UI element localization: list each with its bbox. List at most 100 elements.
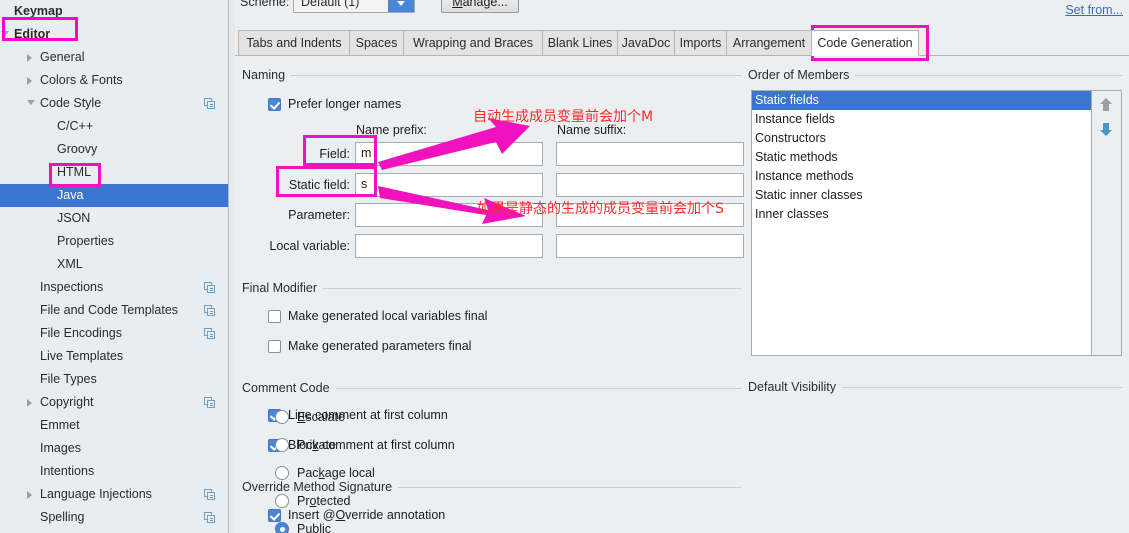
final-modifier-checkbox-0[interactable] [268,310,281,323]
sidebar-item-properties[interactable]: Properties [0,230,228,253]
sidebar-item-intentions[interactable]: Intentions [0,460,228,483]
order-of-members-item[interactable]: Inner classes [752,205,1091,224]
copy-icon-front [207,101,215,109]
tab-javadoc[interactable]: JavaDoc [617,30,675,56]
tab-tabs-and-indents[interactable]: Tabs and Indents [238,30,350,56]
sidebar-item-todo[interactable]: TODO [0,529,228,533]
sidebar-item-general[interactable]: General [0,46,228,69]
tab-imports[interactable]: Imports [674,30,727,56]
sidebar-item-keymap[interactable]: Keymap [0,0,228,23]
chevron-down-icon[interactable] [388,0,414,12]
sidebar-item-file-and-code-templates[interactable]: File and Code Templates [0,299,228,322]
naming-row-label: Static field: [288,178,350,192]
copy-scheme-icon[interactable] [204,98,215,109]
sidebar-item-html[interactable]: HTML [0,161,228,184]
copy-scheme-icon[interactable] [204,489,215,500]
copy-scheme-icon[interactable] [204,397,215,408]
naming-row-label: Field: [319,147,350,161]
sidebar-item-label: File Types [40,372,97,386]
copy-scheme-icon[interactable] [204,282,215,293]
visibility-radio-2[interactable] [275,466,289,480]
order-of-members-item[interactable]: Static inner classes [752,186,1091,205]
chevron-right-icon[interactable] [27,399,32,407]
copy-scheme-icon[interactable] [204,305,215,316]
visibility-post: tected [316,494,351,508]
naming-suffix-input-3[interactable] [556,234,744,258]
sidebar-item-emmet[interactable]: Emmet [0,414,228,437]
sidebar-item-language-injections[interactable]: Language Injections [0,483,228,506]
chevron-right-icon[interactable] [27,491,32,499]
copy-icon-front [207,400,215,408]
sidebar-item-images[interactable]: Images [0,437,228,460]
sidebar-item-code-style[interactable]: Code Style [0,92,228,115]
prefer-longer-names-label: Prefer longer names [288,97,402,111]
order-of-members-item[interactable]: Instance fields [752,110,1091,129]
order-of-members-item[interactable]: Static fields [752,91,1091,110]
naming-prefix-input-1[interactable]: s [355,173,543,197]
scheme-value: Default (1) [301,0,360,9]
insert-override-annotation-checkbox[interactable] [268,509,281,522]
naming-prefix-input-0[interactable]: m [355,142,543,166]
order-of-members-item[interactable]: Static methods [752,148,1091,167]
insert-override-prefix: Insert @ [288,508,336,522]
arrow-down-icon[interactable] [1098,121,1114,137]
copy-icon-front [207,331,215,339]
sidebar-item-file-encodings[interactable]: File Encodings [0,322,228,345]
code-style-java-panel: Scheme: Default (1) Manage... Set from..… [235,0,1129,533]
sidebar-item-label: Colors & Fonts [40,73,123,87]
sidebar-item-spelling[interactable]: Spelling [0,506,228,529]
chevron-right-icon[interactable] [27,54,32,62]
tab-wrapping-and-braces[interactable]: Wrapping and Braces [403,30,543,56]
order-of-members-buttons [1092,90,1122,356]
final-modifier-checkbox-1[interactable] [268,340,281,353]
order-of-members-item[interactable]: Constructors [752,129,1091,148]
settings-tree-sidebar[interactable]: Keymap Editor General Colors & Fonts Code St… [0,0,228,533]
copy-scheme-icon[interactable] [204,328,215,339]
naming-prefix-value: s [361,177,368,191]
set-from-link[interactable]: Set from... [1065,3,1123,17]
manage-button[interactable]: Manage... [441,0,519,13]
naming-group-line [289,75,741,76]
sidebar-item-file-types[interactable]: File Types [0,368,228,391]
visibility-radio-1[interactable] [275,438,289,452]
visibility-post: blic [312,522,332,533]
chevron-down-icon[interactable] [27,100,35,105]
sidebar-item-editor[interactable]: Editor [0,23,228,46]
chevron-right-icon[interactable] [27,77,32,85]
naming-suffix-input-1[interactable] [556,173,744,197]
sidebar-item-copyright[interactable]: Copyright [0,391,228,414]
sidebar-item-live-templates[interactable]: Live Templates [0,345,228,368]
tab-arrangement[interactable]: Arrangement [726,30,812,56]
naming-prefix-input-3[interactable] [355,234,543,258]
tab-strip[interactable]: Tabs and Indents Spaces Wrapping and Brace… [235,29,1129,56]
sidebar-item-c-c[interactable]: C/C++ [0,115,228,138]
tab-blank-lines[interactable]: Blank Lines [542,30,618,56]
visibility-radio-4[interactable] [275,522,289,533]
order-of-members-list[interactable]: Static fields Instance fields Constructors… [751,90,1092,356]
naming-suffix-input-0[interactable] [556,142,744,166]
sidebar-item-xml[interactable]: XML [0,253,228,276]
visibility-label-4: Public [297,522,331,533]
sidebar-item-java[interactable]: Java [0,184,228,207]
sidebar-item-inspections[interactable]: Inspections [0,276,228,299]
scheme-dropdown[interactable]: Default (1) [293,0,415,13]
copy-scheme-icon[interactable] [204,512,215,523]
naming-row-label: Local variable: [269,239,350,253]
tab-code-generation[interactable]: Code Generation [811,30,919,56]
arrow-up-icon[interactable] [1098,97,1114,113]
visibility-pre: Pri [297,438,313,452]
visibility-label-3: Protected [297,494,351,508]
order-of-members-item[interactable]: Instance methods [752,167,1091,186]
sidebar-item-colors-fonts[interactable]: Colors & Fonts [0,69,228,92]
tab-spaces[interactable]: Spaces [349,30,404,56]
sidebar-item-json[interactable]: JSON [0,207,228,230]
visibility-radio-0[interactable] [275,410,289,424]
sidebar-item-groovy[interactable]: Groovy [0,138,228,161]
scheme-row: Scheme: Default (1) Manage... [235,0,1129,15]
visibility-radio-3[interactable] [275,494,289,508]
copy-icon-front [207,308,215,316]
prefer-longer-names-checkbox[interactable] [268,98,281,111]
insert-override-suffix: verride annotation [345,508,446,522]
chevron-down-icon[interactable] [1,31,9,36]
visibility-label-2: Package local [297,466,375,480]
